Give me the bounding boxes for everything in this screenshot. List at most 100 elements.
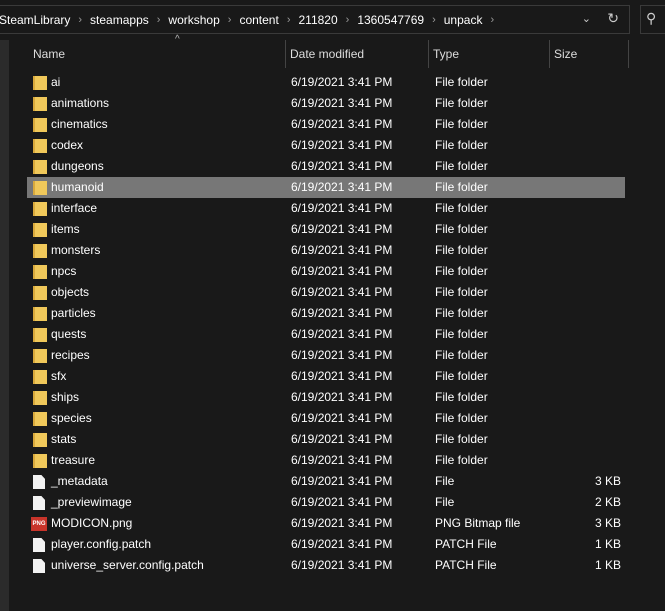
file-row[interactable]: treasure 6/19/2021 3:41 PM File folder xyxy=(27,450,625,471)
file-type: PATCH File xyxy=(435,558,497,572)
file-icon xyxy=(33,475,45,489)
breadcrumb-item[interactable]: steamapps xyxy=(90,13,149,27)
file-type: File folder xyxy=(435,327,488,341)
file-type: File folder xyxy=(435,201,488,215)
folder-icon xyxy=(33,286,47,300)
column-name[interactable]: Name xyxy=(27,40,286,68)
file-row[interactable]: sfx 6/19/2021 3:41 PM File folder xyxy=(27,366,625,387)
file-name: objects xyxy=(51,285,90,299)
chevron-right-icon[interactable]: › xyxy=(432,14,436,26)
breadcrumb-item[interactable]: workshop xyxy=(168,13,219,27)
chevron-right-icon[interactable]: › xyxy=(346,14,350,26)
chevron-right-icon[interactable]: › xyxy=(78,14,82,26)
file-type: PATCH File xyxy=(435,537,497,551)
file-date: 6/19/2021 3:41 PM xyxy=(291,432,393,446)
file-row[interactable]: humanoid 6/19/2021 3:41 PM File folder xyxy=(27,177,625,198)
file-row[interactable]: stats 6/19/2021 3:41 PM File folder xyxy=(27,429,625,450)
address-bar[interactable]: SteamLibrary › steamapps › workshop › content ›… xyxy=(0,5,630,34)
file-row[interactable]: objects 6/19/2021 3:41 PM File folder xyxy=(27,282,625,303)
file-date: 6/19/2021 3:41 PM xyxy=(291,306,393,320)
file-type: File folder xyxy=(435,180,488,194)
refresh-icon[interactable]: ↻ xyxy=(607,10,619,27)
file-date: 6/19/2021 3:41 PM xyxy=(291,264,393,278)
chevron-right-icon[interactable]: › xyxy=(490,14,494,26)
file-row[interactable]: monsters 6/19/2021 3:41 PM File folder xyxy=(27,240,625,261)
search-box[interactable]: ⚲ xyxy=(640,5,665,34)
file-name: MODICON.png xyxy=(51,516,133,530)
file-row[interactable]: ships 6/19/2021 3:41 PM File folder xyxy=(27,387,625,408)
search-icon: ⚲ xyxy=(646,10,657,26)
chevron-right-icon[interactable]: › xyxy=(157,14,161,26)
file-type: File folder xyxy=(435,285,488,299)
file-name: particles xyxy=(51,306,96,320)
file-row[interactable]: ai 6/19/2021 3:41 PM File folder xyxy=(27,72,625,93)
file-type: PNG Bitmap file xyxy=(435,516,521,530)
file-date: 6/19/2021 3:41 PM xyxy=(291,159,393,173)
file-type: File folder xyxy=(435,348,488,362)
folder-icon xyxy=(33,76,47,90)
breadcrumb: SteamLibrary › steamapps › workshop › content ›… xyxy=(0,13,502,27)
folder-icon xyxy=(33,433,47,447)
column-size-label: Size xyxy=(554,47,578,61)
file-date: 6/19/2021 3:41 PM xyxy=(291,96,393,110)
file-row[interactable]: _metadata 6/19/2021 3:41 PM File 3 KB xyxy=(27,471,625,492)
breadcrumb-item[interactable]: unpack xyxy=(444,13,483,27)
chevron-right-icon[interactable]: › xyxy=(228,14,232,26)
file-date: 6/19/2021 3:41 PM xyxy=(291,390,393,404)
file-type: File folder xyxy=(435,369,488,383)
file-name: treasure xyxy=(51,453,96,467)
file-type: File xyxy=(435,474,455,488)
folder-icon xyxy=(33,328,47,342)
file-name: _previewimage xyxy=(51,495,132,509)
file-row[interactable]: items 6/19/2021 3:41 PM File folder xyxy=(27,219,625,240)
file-type: File folder xyxy=(435,432,488,446)
file-row[interactable]: species 6/19/2021 3:41 PM File folder xyxy=(27,408,625,429)
file-date: 6/19/2021 3:41 PM xyxy=(291,453,393,467)
file-row[interactable]: dungeons 6/19/2021 3:41 PM File folder xyxy=(27,156,625,177)
navigation-pane-scrollbar[interactable] xyxy=(0,40,9,611)
file-icon xyxy=(33,496,45,510)
file-row[interactable]: interface 6/19/2021 3:41 PM File folder xyxy=(27,198,625,219)
file-date: 6/19/2021 3:41 PM xyxy=(291,516,393,530)
column-size[interactable]: Size xyxy=(550,40,629,68)
column-type[interactable]: Type xyxy=(429,40,550,68)
file-row[interactable]: cinematics 6/19/2021 3:41 PM File folder xyxy=(27,114,625,135)
file-type: File folder xyxy=(435,138,488,152)
breadcrumb-item[interactable]: 211820 xyxy=(299,13,338,27)
file-name: ai xyxy=(51,75,61,89)
file-name: interface xyxy=(51,201,98,215)
file-date: 6/19/2021 3:41 PM xyxy=(291,348,393,362)
chevron-right-icon[interactable]: › xyxy=(287,14,291,26)
file-row[interactable]: recipes 6/19/2021 3:41 PM File folder xyxy=(27,345,625,366)
file-date: 6/19/2021 3:41 PM xyxy=(291,180,393,194)
breadcrumb-item[interactable]: 1360547769 xyxy=(357,13,424,27)
file-row[interactable]: player.config.patch 6/19/2021 3:41 PM PA… xyxy=(27,534,625,555)
chevron-down-icon[interactable]: ⌄ xyxy=(582,12,591,25)
file-row[interactable]: npcs 6/19/2021 3:41 PM File folder xyxy=(27,261,625,282)
folder-icon xyxy=(33,118,47,132)
file-date: 6/19/2021 3:41 PM xyxy=(291,285,393,299)
file-row[interactable]: particles 6/19/2021 3:41 PM File folder xyxy=(27,303,625,324)
file-type: File folder xyxy=(435,117,488,131)
file-row[interactable]: animations 6/19/2021 3:41 PM File folder xyxy=(27,93,625,114)
file-name: npcs xyxy=(51,264,77,278)
file-row[interactable]: quests 6/19/2021 3:41 PM File folder xyxy=(27,324,625,345)
file-row[interactable]: PNG MODICON.png 6/19/2021 3:41 PM PNG Bi… xyxy=(27,513,625,534)
column-date-label: Date modified xyxy=(290,47,365,61)
file-row[interactable]: codex 6/19/2021 3:41 PM File folder xyxy=(27,135,625,156)
breadcrumb-item[interactable]: SteamLibrary xyxy=(0,13,70,27)
file-icon xyxy=(33,559,45,573)
file-row[interactable]: universe_server.config.patch 6/19/2021 3… xyxy=(27,555,625,576)
file-row[interactable]: _previewimage 6/19/2021 3:41 PM File 2 K… xyxy=(27,492,625,513)
file-date: 6/19/2021 3:41 PM xyxy=(291,495,393,509)
file-date: 6/19/2021 3:41 PM xyxy=(291,369,393,383)
file-name: universe_server.config.patch xyxy=(51,558,204,572)
file-type: File folder xyxy=(435,390,488,404)
file-name: cinematics xyxy=(51,117,108,131)
breadcrumb-item[interactable]: content xyxy=(239,13,278,27)
file-date: 6/19/2021 3:41 PM xyxy=(291,327,393,341)
file-type: File folder xyxy=(435,453,488,467)
folder-icon xyxy=(33,244,47,258)
file-date: 6/19/2021 3:41 PM xyxy=(291,474,393,488)
column-date[interactable]: Date modified xyxy=(286,40,429,68)
